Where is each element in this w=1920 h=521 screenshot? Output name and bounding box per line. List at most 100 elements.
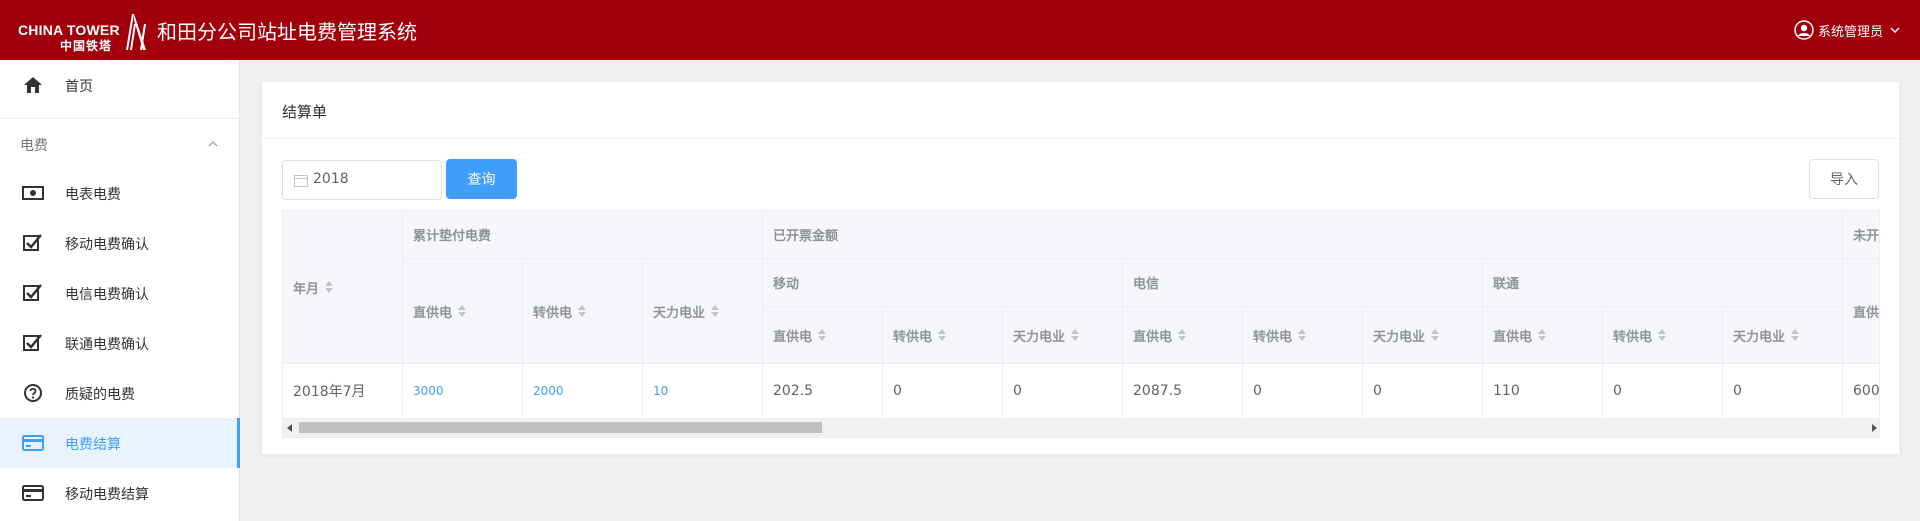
china-tower-logo: CHINA TOWER 中国铁塔 (18, 10, 150, 53)
sidebar-item-label: 电表电费 (65, 187, 121, 203)
card-icon (22, 485, 44, 501)
sidebar-item-label: 电费结算 (65, 437, 121, 453)
sort-icon[interactable] (1071, 329, 1080, 341)
sidebar-item-fee-settlement[interactable]: 电费结算 (0, 418, 240, 468)
sidebar-item-label: 移动电费确认 (65, 237, 149, 253)
sidebar-item-unicom-confirm[interactable]: 联通电费确认 (0, 318, 240, 368)
col-header-adv-direct[interactable]: 直供电 (403, 259, 523, 364)
sidebar-item-home[interactable]: 首页 (0, 60, 240, 110)
col-header-mob-transfer[interactable]: 转供电 (883, 307, 1003, 364)
col-header-adv-tianli[interactable]: 天力电业 (643, 259, 763, 364)
import-button[interactable]: 导入 (1809, 159, 1879, 199)
sidebar-item-label: 电信电费确认 (65, 287, 149, 303)
sidebar-group-label: 电费 (20, 138, 48, 154)
col-header-label: 直供电 (1133, 329, 1173, 345)
year-picker[interactable] (282, 160, 442, 200)
checkbox-icon (23, 334, 42, 351)
col-header-label: 直供 (1853, 305, 1880, 321)
cell-month: 2018年7月 (283, 364, 403, 419)
col-header-mob-direct[interactable]: 直供电 (763, 307, 883, 364)
col-header-tel-direct[interactable]: 直供电 (1123, 307, 1243, 364)
horizontal-scrollbar[interactable] (283, 419, 1879, 437)
col-header-un-direct[interactable]: 直供 (1843, 259, 1880, 364)
col-group-label: 累计垫付电费 (413, 229, 492, 244)
sort-icon[interactable] (1658, 329, 1667, 341)
top-header: CHINA TOWER 中国铁塔 和田分公司站址电费管理系统 系统管理员 (0, 0, 1920, 60)
sidebar-item-telecom-confirm[interactable]: 电信电费确认 (0, 268, 240, 318)
tower-logo-icon (126, 14, 146, 50)
sidebar-item-label: 移动电费结算 (65, 487, 149, 503)
cell-tel-direct: 2087.5 (1123, 364, 1243, 419)
scroll-right-arrow-icon[interactable] (1872, 424, 1877, 432)
col-group-label: 已开票金额 (773, 229, 839, 244)
chevron-up-icon (208, 141, 218, 147)
sort-icon[interactable] (711, 305, 720, 317)
year-input[interactable] (313, 171, 433, 187)
sidebar-item-mobile-settlement[interactable]: 移动电费结算 (0, 468, 240, 518)
sort-icon[interactable] (578, 305, 587, 317)
col-header-uni-transfer[interactable]: 转供电 (1603, 307, 1723, 364)
home-icon (24, 77, 42, 93)
sidebar-item-meter-fee[interactable]: 电表电费 (0, 168, 240, 218)
cell-adv-tianli-link[interactable]: 10 (643, 364, 763, 419)
col-header-label: 转供电 (1253, 329, 1293, 345)
cell-adv-transfer-link[interactable]: 2000 (523, 364, 643, 419)
app-title: 和田分公司站址电费管理系统 (157, 20, 417, 44)
cell-uni-tianli: 0 (1723, 364, 1843, 419)
col-group-label: 联通 (1493, 277, 1520, 292)
col-header-label: 直供电 (1493, 329, 1533, 345)
sidebar-item-label: 联通电费确认 (65, 337, 149, 353)
sort-icon[interactable] (1538, 329, 1547, 341)
col-group-label: 电信 (1133, 277, 1160, 292)
col-header-mob-tianli[interactable]: 天力电业 (1003, 307, 1123, 364)
col-header-tel-tianli[interactable]: 天力电业 (1363, 307, 1483, 364)
calendar-icon (294, 175, 308, 187)
col-header-label: 天力电业 (1733, 329, 1786, 345)
chevron-down-icon (1890, 27, 1900, 33)
col-header-label: 转供电 (533, 305, 573, 321)
col-header-adv-transfer[interactable]: 转供电 (523, 259, 643, 364)
col-group-uninvoiced: 未开 (1843, 211, 1879, 259)
sidebar-item-disputed-fee[interactable]: 质疑的电费 (0, 368, 240, 418)
sort-icon[interactable] (458, 305, 467, 317)
col-header-label: 天力电业 (1373, 329, 1426, 345)
col-header-uni-direct[interactable]: 直供电 (1483, 307, 1603, 364)
sort-icon[interactable] (938, 329, 947, 341)
sort-icon[interactable] (818, 329, 827, 341)
col-header-label: 转供电 (893, 329, 933, 345)
cell-tel-transfer: 0 (1243, 364, 1363, 419)
sidebar-item-label: 质疑的电费 (65, 387, 135, 403)
col-header-tel-transfer[interactable]: 转供电 (1243, 307, 1363, 364)
cell-tel-tianli: 0 (1363, 364, 1483, 419)
col-header-label: 天力电业 (653, 305, 706, 321)
query-button[interactable]: 查询 (446, 159, 517, 199)
cell-uni-transfer: 0 (1603, 364, 1723, 419)
sidebar-group-electricity[interactable]: 电费 (0, 118, 240, 168)
scrollbar-thumb[interactable] (299, 422, 822, 433)
logo-text-cn: 中国铁塔 (60, 39, 113, 53)
cell-mob-direct: 202.5 (763, 364, 883, 419)
sidebar-item-mobile-confirm[interactable]: 移动电费确认 (0, 218, 240, 268)
col-subgroup-unicom: 联通 (1483, 259, 1843, 307)
sidebar: 首页 电费 电表电费 移动电费确认 电信电费确认 联通电费确认 质疑的电费 电费… (0, 60, 240, 521)
col-header-uni-tianli[interactable]: 天力电业 (1723, 307, 1843, 364)
cell-mob-tianli: 0 (1003, 364, 1123, 419)
col-header-month[interactable]: 年月 (283, 211, 403, 364)
sort-icon[interactable] (1298, 329, 1307, 341)
money-icon (22, 186, 44, 200)
table-scroll-content: 年月 累计垫付电费 直供电 转供电 天力电业 已开票金额 移动 电信 联通 直供… (283, 211, 1880, 419)
cell-mob-transfer: 0 (883, 364, 1003, 419)
sort-icon[interactable] (1178, 329, 1187, 341)
sort-icon[interactable] (325, 281, 334, 293)
question-icon (24, 384, 42, 402)
sort-icon[interactable] (1791, 329, 1800, 341)
user-menu[interactable]: 系统管理员 (1794, 20, 1901, 40)
col-subgroup-telecom: 电信 (1123, 259, 1483, 307)
cell-adv-direct-link[interactable]: 3000 (403, 364, 523, 419)
sidebar-item-label: 首页 (65, 79, 93, 95)
scroll-left-arrow-icon[interactable] (287, 424, 292, 432)
settlement-table: 年月 累计垫付电费 直供电 转供电 天力电业 已开票金额 移动 电信 联通 直供… (282, 210, 1880, 438)
logo-text-en: CHINA TOWER (18, 22, 120, 38)
sort-icon[interactable] (1431, 329, 1440, 341)
col-header-label: 年月 (293, 281, 320, 297)
